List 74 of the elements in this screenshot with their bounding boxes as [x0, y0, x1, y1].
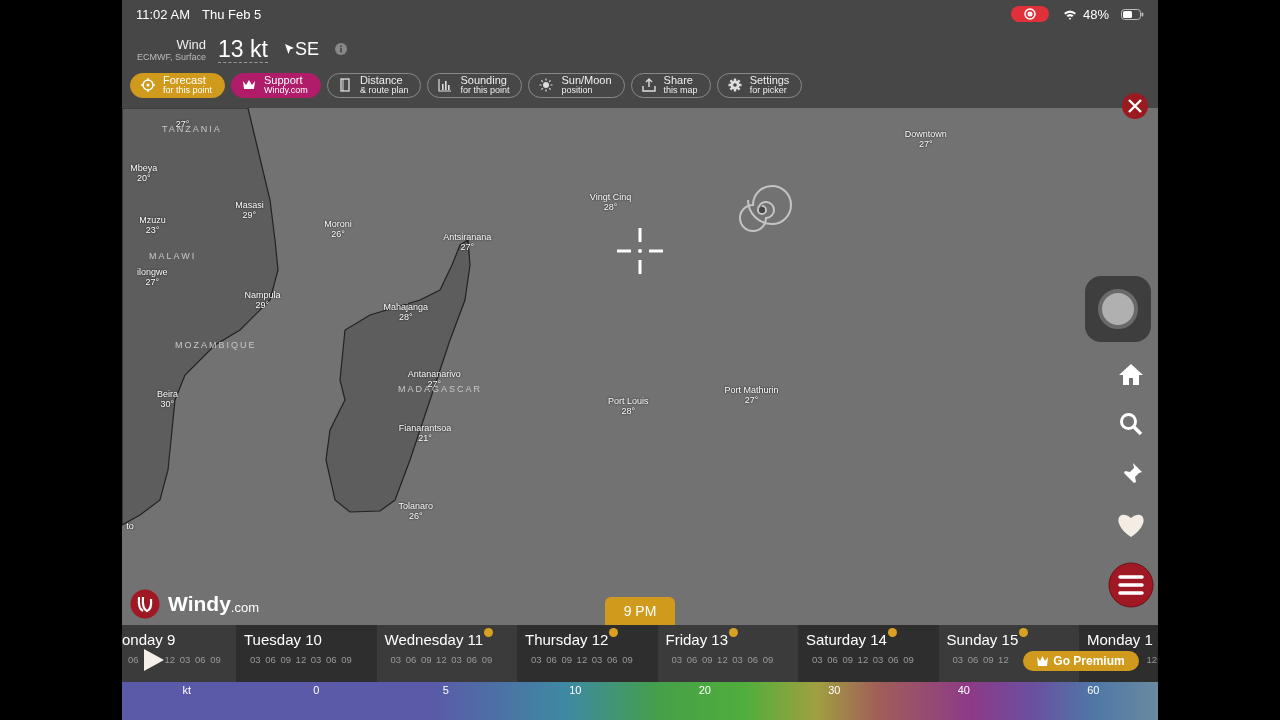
- city-name: Antananarivo: [407, 369, 461, 379]
- day-label[interactable]: Wednesday 11: [384, 631, 484, 648]
- temperature-label: 21°: [417, 433, 433, 443]
- temperature-label: 27°: [144, 277, 160, 287]
- temperature-label: 26°: [408, 511, 424, 521]
- city-name: Port Louis: [607, 396, 649, 406]
- logo-domain: .com: [230, 599, 259, 615]
- temperature-label: 30°: [159, 399, 176, 409]
- sounding-button[interactable]: Sounding for this point: [427, 72, 523, 98]
- hour-ticks: 06: [128, 654, 139, 665]
- temperature-label: 27°: [918, 139, 934, 149]
- status-date: Thu Feb 5: [201, 6, 262, 22]
- temperature-label: 28°: [602, 202, 619, 212]
- wind-speed-value[interactable]: 13 kt: [218, 35, 268, 63]
- day-label[interactable]: Monday 1: [1087, 631, 1153, 648]
- city-name: Vingt Cinq: [589, 192, 632, 202]
- hour-ticks: 03 06 09 12 03 06 09: [812, 654, 914, 665]
- temperature-label: 26°: [330, 229, 346, 239]
- hour-ticks: 03 06 09 12 03 06 09: [250, 654, 352, 665]
- logo-text: Windy: [168, 592, 231, 616]
- hour-ticks: 03 06 09 12 03 06 09: [671, 654, 774, 665]
- city-name: Mzuzu: [139, 215, 166, 225]
- day-label[interactable]: Thursday 12: [525, 631, 609, 648]
- day-label[interactable]: Tuesday 10: [244, 631, 322, 648]
- scale-tick: 20: [697, 683, 712, 698]
- country-label: MALAWI: [149, 251, 197, 261]
- temperature-label: 23°: [144, 225, 161, 235]
- country-label: MOZAMBIQUE: [175, 340, 257, 350]
- scale-tick: 0: [312, 683, 321, 698]
- share-button[interactable]: Share this map: [630, 72, 711, 98]
- battery-percent: 48%: [1082, 6, 1109, 22]
- scale-tick: 40: [956, 683, 971, 698]
- city-name: Moroni: [324, 219, 352, 229]
- temperature-label: 27°: [743, 395, 760, 405]
- distance-button[interactable]: Distance & route plan: [326, 72, 422, 98]
- city-name: Masasi: [235, 200, 264, 210]
- city-name: to: [126, 521, 134, 531]
- city-name: Beira: [156, 389, 178, 399]
- scale-tick: 60: [1086, 683, 1101, 698]
- city-name: Fianarantsoa: [398, 423, 452, 433]
- temperature-label: 28°: [620, 406, 637, 416]
- day-label[interactable]: Saturday 14: [806, 631, 887, 648]
- day-label[interactable]: Friday 13: [665, 631, 729, 648]
- city-name: Nampula: [244, 290, 281, 300]
- city-name: Mbeya: [130, 163, 158, 173]
- hour-ticks: 03 06 09 12: [952, 654, 1009, 665]
- city-name: ilongwe: [136, 267, 168, 277]
- city-name: Mahajanga: [383, 302, 429, 312]
- day-label[interactable]: onday 9: [122, 631, 176, 648]
- temperature-label: 20°: [136, 173, 152, 183]
- status-time: 11:02 AM: [136, 6, 190, 22]
- temperature-label: 29°: [241, 210, 258, 220]
- temperature-label: 27°: [459, 242, 475, 252]
- city-name: Antsiranana: [443, 232, 492, 242]
- hour-ticks: 03 06 09 12 03 06 09: [531, 654, 633, 665]
- temperature-label: 29°: [254, 300, 271, 310]
- model-name: ECMWF, Surface: [136, 51, 206, 62]
- support-button[interactable]: Support Windy.com: [231, 72, 321, 98]
- settings-button[interactable]: Settings for picker: [716, 72, 803, 98]
- wind-direction: SE: [294, 38, 319, 60]
- layer-name: Wind: [175, 36, 206, 52]
- sunmoon-button[interactable]: Sun/Moon position: [528, 72, 625, 98]
- hour-ticks: 12 03 06 09: [164, 654, 221, 665]
- scale-tick: 5: [441, 683, 450, 698]
- hour-ticks: 12: [1146, 654, 1158, 665]
- hour-ticks: 03 06 09 12 03 06 09: [390, 654, 493, 665]
- scale-tick: 30: [827, 683, 842, 698]
- city-name: Port Mathurin: [724, 385, 779, 395]
- day-label[interactable]: Sunday 15: [946, 631, 1019, 648]
- city-name: Tolanaro: [398, 501, 434, 511]
- temperature-label: 28°: [398, 312, 414, 322]
- city-name: Downtown: [904, 129, 947, 139]
- scale-tick: 10: [568, 683, 583, 698]
- scale-unit: kt: [181, 683, 193, 698]
